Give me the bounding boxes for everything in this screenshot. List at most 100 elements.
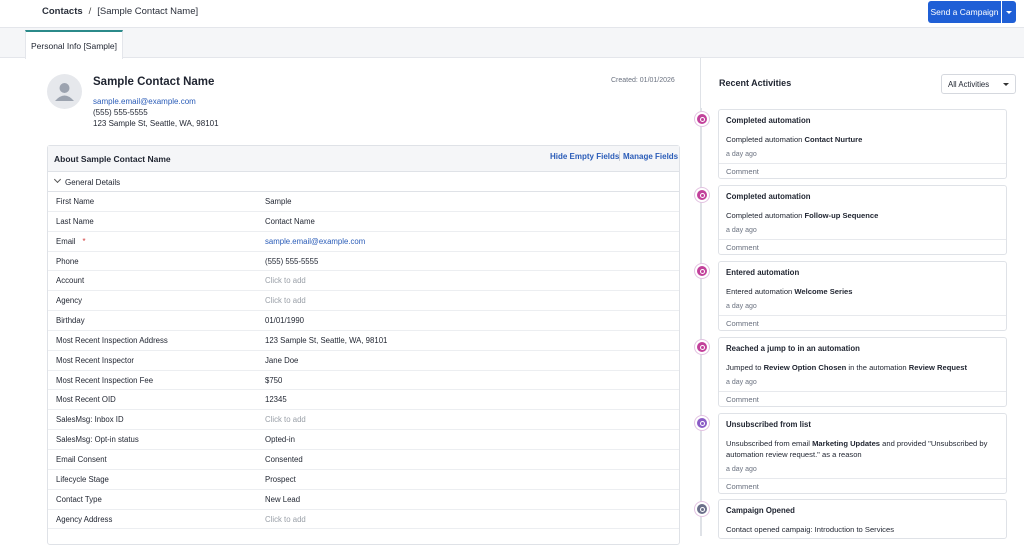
gear-icon [695, 112, 709, 126]
general-details-toggle[interactable]: General Details [48, 172, 679, 192]
activity-title: Entered automation [726, 268, 800, 277]
activity-text: Entered automation [726, 287, 795, 296]
field-label: Most Recent Inspection Address [56, 335, 168, 345]
chevron-down-icon [53, 175, 62, 184]
comment-button[interactable]: Comment [719, 163, 1006, 178]
field-label: Last Name [56, 216, 94, 226]
field-row: SalesMsg: Inbox ID Click to add [48, 410, 679, 431]
field-row: Lifecycle Stage Prospect [48, 470, 679, 490]
automation-icon [695, 264, 709, 278]
send-campaign-button[interactable]: Send a Campaign [928, 1, 1001, 23]
activity-description: Completed automation Contact Nurture [726, 134, 1001, 145]
manage-fields-link[interactable]: Manage Fields [623, 152, 678, 161]
chevron-down-icon [1006, 10, 1012, 14]
activity-title: Completed automation [726, 192, 811, 201]
send-campaign-dropdown-button[interactable] [1002, 1, 1016, 23]
contact-name: Sample Contact Name [93, 76, 215, 88]
activity-card: Entered automation Entered automation Wel… [718, 261, 1007, 331]
activity-date: a day ago [726, 379, 757, 386]
field-value[interactable]: sample.email@example.com [265, 237, 365, 246]
field-label: Email Consent [56, 454, 107, 464]
field-value[interactable]: New Lead [265, 495, 300, 504]
about-title: About Sample Contact Name [54, 154, 171, 164]
chevron-down-icon [1003, 83, 1009, 86]
link-divider [619, 151, 620, 161]
list-icon [695, 416, 709, 430]
activity-card: Reached a jump to in an automation Jumped… [718, 337, 1007, 407]
field-label: Most Recent OID [56, 395, 116, 405]
activity-description: Jumped to Review Option Chosen in the au… [726, 362, 1001, 373]
field-value[interactable]: Click to add [265, 276, 306, 285]
field-row: Birthday 01/01/1990 [48, 311, 679, 331]
activity-description: Entered automation Welcome Series [726, 286, 1001, 297]
field-label: Phone [56, 256, 79, 266]
field-value[interactable]: $750 [265, 376, 282, 385]
group-title: General Details [65, 178, 121, 187]
field-row: Account Click to add [48, 271, 679, 292]
field-row: Most Recent OID 12345 [48, 390, 679, 411]
field-label: Agency Address [56, 514, 113, 524]
field-row: Phone (555) 555-5555 [48, 252, 679, 272]
field-label: SalesMsg: Inbox ID [56, 415, 124, 425]
contact-address: 123 Sample St, Seattle, WA, 98101 [93, 119, 219, 128]
avatar[interactable] [47, 74, 82, 109]
field-list: First Name Sample Last Name Contact Name Ema… [48, 192, 679, 530]
comment-button[interactable]: Comment [719, 478, 1006, 493]
tab-personal-info[interactable]: Personal Info [Sample] [25, 30, 123, 59]
breadcrumb-separator: / [88, 6, 92, 17]
tab-bar [0, 28, 1024, 58]
hide-empty-fields-link[interactable]: Hide Empty Fields [550, 152, 619, 161]
field-row: Last Name Contact Name [48, 212, 679, 232]
field-value[interactable]: 12345 [265, 395, 287, 404]
field-value[interactable]: 01/01/1990 [265, 316, 304, 325]
field-label: Account [56, 276, 85, 286]
field-row: Email Consent Consented [48, 450, 679, 470]
gear-icon [695, 188, 709, 202]
field-value[interactable]: Consented [265, 455, 303, 464]
dot-glyph [699, 506, 705, 512]
timeline-line [701, 108, 702, 536]
comment-button[interactable]: Comment [719, 239, 1006, 254]
field-value[interactable]: Sample [265, 197, 291, 206]
field-row: First Name Sample [48, 192, 679, 212]
field-row: Most Recent Inspection Address 123 Sample… [48, 331, 679, 351]
field-value[interactable]: Jane Doe [265, 356, 298, 365]
activity-filter-select[interactable]: All Activities [941, 74, 1016, 94]
field-label: Birthday [56, 316, 85, 326]
field-row: Agency Click to add [48, 291, 679, 312]
activity-card: Campaign Opened Contact opened campaig: I… [718, 499, 1007, 539]
field-value[interactable]: Click to add [265, 296, 306, 305]
activity-text: Unsubscribed from email [726, 439, 813, 448]
activity-description: Completed automation Follow-up Sequence [726, 210, 1001, 221]
activity-description: Contact opened campaig: Introduction to … [726, 524, 1001, 535]
breadcrumb-current: [Sample Contact Name] [97, 6, 199, 17]
field-value[interactable]: Prospect [265, 475, 296, 484]
activity-date: a day ago [726, 151, 757, 158]
activity-description: Unsubscribed from email Marketing Update… [726, 438, 1001, 460]
field-row: Most Recent Inspector Jane Doe [48, 351, 679, 371]
activity-date: a day ago [726, 303, 757, 310]
activity-highlight: Welcome Series [794, 287, 853, 296]
created-date: Created: 01/01/2026 [611, 77, 675, 84]
field-value[interactable]: Click to add [265, 515, 306, 524]
activity-text: Contact opened campaig: Introduction to … [726, 525, 895, 534]
activity-title: Completed automation [726, 116, 811, 125]
breadcrumb: Contacts / [Sample Contact Name] [42, 6, 198, 17]
field-label: Lifecycle Stage [56, 474, 109, 484]
field-value[interactable]: 123 Sample St, Seattle, WA, 98101 [265, 336, 387, 345]
field-value[interactable]: (555) 555-5555 [265, 257, 318, 266]
recent-activities-title: Recent Activities [719, 78, 792, 88]
about-header: About Sample Contact Name Hide Empty Fie… [48, 146, 679, 172]
field-label: First Name [56, 197, 95, 206]
dot-glyph [699, 420, 705, 426]
activity-text: Jumped to [726, 363, 764, 372]
dot-glyph [699, 192, 705, 198]
comment-button[interactable]: Comment [719, 315, 1006, 330]
breadcrumb-contacts-link[interactable]: Contacts [42, 6, 83, 17]
contact-email-link[interactable]: sample.email@example.com [93, 97, 196, 106]
comment-button[interactable]: Comment [719, 391, 1006, 406]
activity-highlight: Marketing Updates [812, 439, 881, 448]
field-value[interactable]: Opted-in [265, 435, 295, 444]
field-value[interactable]: Click to add [265, 415, 306, 424]
field-value[interactable]: Contact Name [265, 217, 315, 226]
